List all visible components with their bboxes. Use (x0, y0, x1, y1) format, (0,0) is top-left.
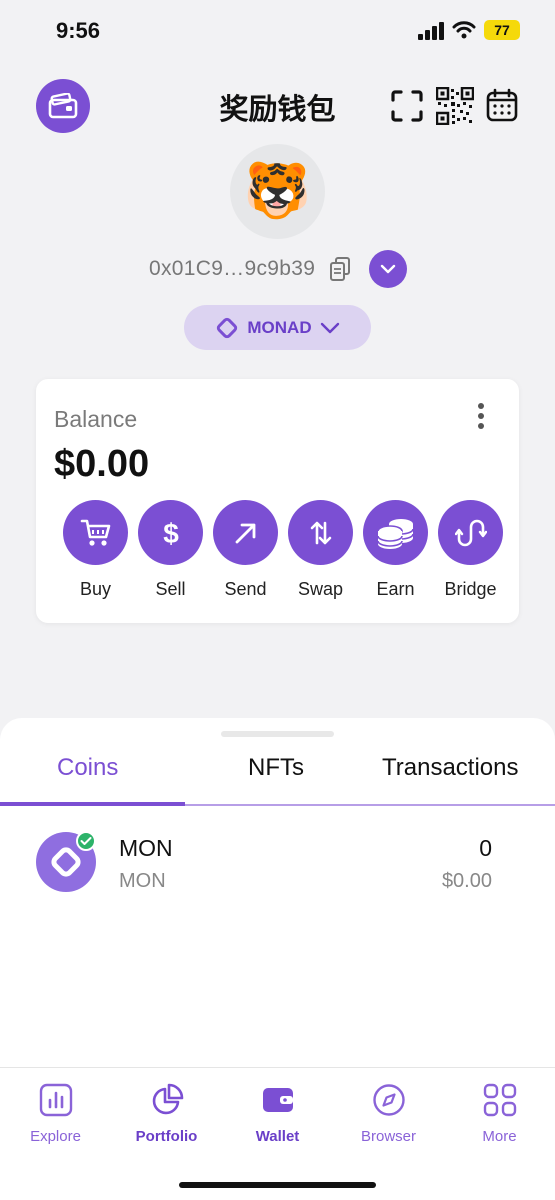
wallet-icon (262, 1088, 293, 1112)
calendar-icon[interactable] (486, 88, 518, 122)
coin-amount: 0 (479, 835, 492, 861)
home-indicator (179, 1182, 376, 1188)
bridge-button[interactable]: Bridge (433, 500, 508, 600)
cart-icon (80, 519, 110, 546)
buy-button[interactable]: Buy (58, 500, 133, 600)
account-avatar[interactable]: 🐯 (230, 144, 325, 239)
cellular-signal-icon (418, 22, 444, 40)
qr-code-icon[interactable] (436, 87, 474, 125)
wallet-address: 0x01C9…9c9b39 (149, 257, 316, 280)
sheet-drag-handle[interactable] (221, 731, 334, 737)
nav-label-wallet: Wallet (255, 1128, 300, 1145)
grid-icon (483, 1083, 516, 1117)
more-options-icon[interactable] (473, 403, 489, 433)
coins-stack-icon (376, 518, 414, 549)
coin-row-mon[interactable]: MON MON 0 $0.00 (0, 830, 555, 900)
monad-logo-icon (217, 317, 238, 338)
network-name: MONAD (247, 317, 312, 337)
bridge-icon (454, 519, 487, 546)
tab-coins[interactable]: Coins (57, 754, 118, 782)
send-label: Send (224, 579, 267, 599)
balance-card: Balance $0.00 Buy $ Sell Send Swap Earn … (36, 379, 519, 623)
bottom-nav: Explore Portfolio Wallet Browser More (0, 1068, 555, 1200)
verified-check-icon (76, 831, 96, 851)
swap-arrows-icon (310, 521, 331, 544)
tab-nfts[interactable]: NFTs (248, 754, 304, 782)
compass-icon (372, 1084, 405, 1116)
bar-chart-icon (39, 1083, 72, 1117)
send-button[interactable]: Send (208, 500, 283, 600)
swap-button[interactable]: Swap (283, 500, 358, 600)
coin-name: MON (119, 835, 173, 861)
svg-text:$: $ (163, 518, 179, 549)
action-buttons: Buy $ Sell Send Swap Earn Bridge (58, 500, 508, 600)
nav-more[interactable]: More (444, 1082, 555, 1145)
buy-label: Buy (79, 579, 112, 599)
coin-symbol: MON (119, 870, 166, 892)
sell-label: Sell (155, 579, 186, 599)
nav-label-browser: Browser (360, 1128, 416, 1145)
nav-wallet[interactable]: Wallet (222, 1082, 333, 1145)
scan-icon[interactable] (391, 90, 423, 122)
pie-chart-icon (152, 1083, 183, 1115)
status-bar: 9:56 77 (0, 0, 555, 60)
tab-transactions[interactable]: Transactions (382, 754, 519, 782)
chevron-down-icon (380, 264, 396, 274)
nav-explore[interactable]: Explore (0, 1082, 111, 1145)
wifi-icon (452, 21, 476, 39)
bridge-label: Bridge (444, 579, 497, 599)
tab-active-indicator (0, 802, 185, 806)
nav-label-more: More (482, 1128, 517, 1145)
balance-label: Balance (54, 406, 138, 432)
arrow-up-right-icon (235, 523, 255, 543)
dollar-icon: $ (163, 518, 179, 549)
earn-button[interactable]: Earn (358, 500, 433, 600)
balance-value: $0.00 (54, 443, 150, 485)
nav-label-explore: Explore (30, 1128, 81, 1145)
earn-label: Earn (376, 579, 415, 599)
swap-label: Swap (297, 579, 344, 599)
battery-indicator: 77 (484, 20, 520, 40)
network-selector[interactable]: MONAD (184, 305, 371, 350)
nav-browser[interactable]: Browser (333, 1082, 444, 1145)
chevron-down-icon (320, 322, 339, 333)
address-dropdown-button[interactable] (369, 250, 407, 288)
sell-button[interactable]: $ Sell (133, 500, 208, 600)
copy-icon[interactable] (330, 257, 350, 281)
nav-portfolio[interactable]: Portfolio (111, 1082, 222, 1145)
status-time: 9:56 (56, 18, 101, 43)
coin-fiat-value: $0.00 (441, 870, 492, 892)
nav-label-portfolio: Portfolio (135, 1128, 198, 1145)
